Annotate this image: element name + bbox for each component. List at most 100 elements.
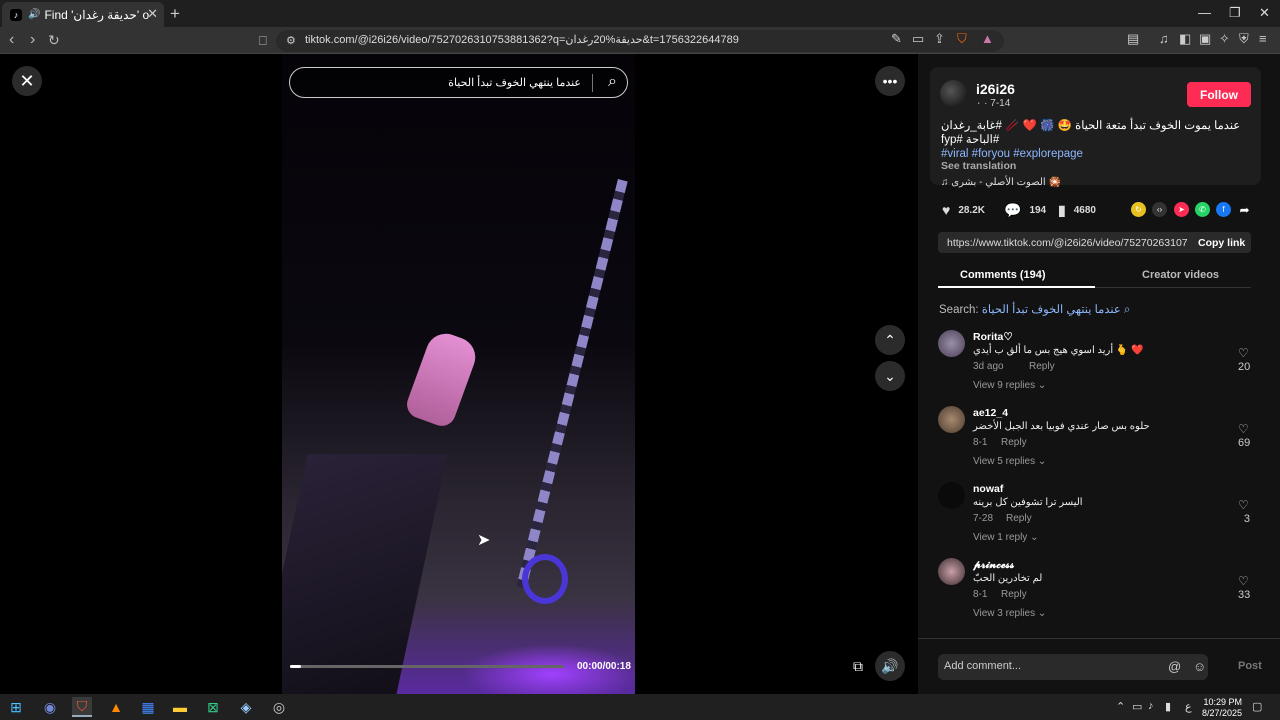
comment-stat[interactable]: 💬 194 (1004, 202, 1046, 219)
reload-icon[interactable]: ↻ (48, 32, 60, 49)
app-circle-icon[interactable]: ◎ (269, 697, 289, 717)
embed-icon[interactable]: ‹› (1152, 202, 1167, 217)
menu-icon[interactable]: ≡ (1259, 31, 1267, 46)
repost-icon[interactable]: ↻ (1131, 202, 1146, 217)
commenter-avatar[interactable] (938, 482, 965, 509)
restore-icon[interactable]: ❐ (1229, 5, 1241, 21)
speaker-icon[interactable]: ♪ (1148, 700, 1154, 712)
comment-like-count: 69 (1238, 437, 1251, 449)
leo-ai-icon[interactable]: ✧ (1219, 31, 1230, 47)
view-replies-button[interactable]: View 5 replies ⌄ (973, 456, 1046, 467)
notifications-icon[interactable]: ▢ (1252, 700, 1262, 713)
whatsapp-icon[interactable]: ✆ (1195, 202, 1210, 217)
discord-icon[interactable]: ◉ (40, 697, 60, 717)
heart-outline-icon[interactable]: ♡ (1238, 498, 1249, 512)
view-replies-button[interactable]: View 3 replies ⌄ (973, 608, 1046, 619)
music-info[interactable]: ♫ الصوت الأصلي - بشرى 🎇 (941, 177, 1061, 188)
brave-shield-icon[interactable]: ⛉ (957, 31, 967, 47)
app-store-icon[interactable]: ▦ (138, 697, 158, 717)
url-text[interactable]: tiktok.com/@i26i26/video/752702631075388… (305, 33, 739, 46)
commenter-name[interactable]: Rorita♡ (973, 331, 1013, 343)
mention-icon[interactable]: @ (1168, 659, 1181, 674)
facebook-icon[interactable]: f (1216, 202, 1231, 217)
app-a-icon[interactable]: ▲ (106, 697, 126, 717)
heart-outline-icon[interactable]: ♡ (1238, 422, 1249, 436)
video-progress-bar[interactable] (290, 665, 564, 668)
reply-button[interactable]: Reply (1029, 361, 1055, 372)
heart-outline-icon[interactable]: ♡ (1238, 346, 1249, 360)
media-icon[interactable]: ♫ (1159, 31, 1169, 46)
pip-button[interactable]: ⧉ (843, 651, 873, 681)
video-link-text[interactable]: https://www.tiktok.com/@i26i26/video/752… (947, 237, 1188, 249)
save-stat[interactable]: ▮ 4680 (1058, 202, 1096, 219)
commenter-name[interactable]: ae12_4 (973, 407, 1008, 419)
network-icon[interactable]: ▭ (1132, 700, 1142, 713)
reply-button[interactable]: Reply (1006, 513, 1032, 524)
author-username[interactable]: i26i26 (976, 81, 1015, 97)
file-explorer-icon[interactable]: ▬ (170, 697, 190, 717)
follow-button[interactable]: Follow (1187, 82, 1251, 107)
video-player[interactable] (282, 54, 635, 694)
tiktok-favicon-icon: ♪ (10, 8, 22, 21)
view-replies-button[interactable]: View 1 reply ⌄ (973, 532, 1038, 543)
heart-outline-icon[interactable]: ♡ (1238, 574, 1249, 588)
reply-button[interactable]: Reply (1001, 437, 1027, 448)
next-video-button[interactable]: ⌄ (875, 361, 905, 391)
author-avatar[interactable] (940, 80, 967, 107)
minimize-icon[interactable]: — (1198, 5, 1211, 20)
system-clock[interactable]: 10:29 PM 8/27/2025 (1196, 697, 1242, 719)
forward-icon[interactable]: › (30, 31, 35, 49)
reader-mode-icon[interactable]: ▤ (1127, 31, 1139, 47)
video-search-bar[interactable]: عندما ينتهي الخوف تبدأ الحياة ⌕ (289, 67, 628, 98)
copy-link-button[interactable]: Copy link (1198, 237, 1245, 249)
volume-button[interactable]: 🔊 (875, 651, 905, 681)
bookmark-icon[interactable]: ⎕ (259, 33, 267, 49)
brave-rewards-icon[interactable]: ▲ (981, 31, 994, 46)
browser-tab[interactable]: ♪ 🔊 Find 'حديقة رغدان' on TikTok | ✕ (2, 2, 164, 27)
close-window-icon[interactable]: ✕ (1259, 5, 1270, 21)
mic-icon[interactable]: ▮ (1165, 700, 1171, 713)
related-search-query: عندما ينتهي الخوف تبدأ الحياة (981, 304, 1121, 316)
post-info-card: i26i26 ٠ · 7-14 Follow عندما يموت الخوف … (930, 67, 1261, 188)
audio-playing-icon[interactable]: 🔊 (28, 9, 40, 20)
description-hashtags[interactable]: #viral #foryou #explorepage (941, 147, 1253, 161)
see-translation-link[interactable]: See translation (941, 160, 1016, 172)
vpn-icon[interactable]: ⛨ (1239, 31, 1249, 47)
steam-icon[interactable]: ◈ (236, 697, 256, 717)
commenter-avatar[interactable] (938, 558, 965, 585)
site-info-icon[interactable]: ⚙ (286, 34, 296, 47)
new-tab-button[interactable]: + (170, 4, 180, 24)
windows-taskbar: ⊞ ◉ ⛉ ▲ ▦ ▬ ⊠ ◈ ◎ ⌃ ▭ ♪ ▮ ع 10:29 PM 8/2… (0, 694, 1280, 720)
commenter-avatar[interactable] (938, 330, 965, 357)
mouse-cursor-icon: ➤ (477, 532, 491, 549)
tab-creator-videos[interactable]: Creator videos (1142, 269, 1219, 281)
view-replies-button[interactable]: View 9 replies ⌄ (973, 380, 1046, 391)
wallet-icon[interactable]: ▣ (1199, 31, 1211, 47)
post-comment-button[interactable]: Post (1238, 660, 1262, 672)
commenter-name[interactable]: nowaf (973, 483, 1003, 495)
tray-expand-icon[interactable]: ⌃ (1116, 700, 1125, 713)
share-page-icon[interactable]: ⇪ (934, 31, 945, 47)
cast-icon[interactable]: ▭ (912, 31, 924, 47)
brave-browser-icon[interactable]: ⛉ (72, 697, 92, 717)
commenter-name[interactable]: 𝓹𝓻𝓲𝓷𝓬𝓮𝓼𝓼 (973, 559, 1014, 572)
windows-start-icon[interactable]: ⊞ (6, 697, 26, 717)
tab-comments[interactable]: Comments (194) (960, 269, 1046, 281)
related-search[interactable]: Search: عندما ينتهي الخوف تبدأ الحياة ⌕ (939, 302, 1130, 317)
emoji-icon[interactable]: ☺ (1193, 659, 1206, 674)
translate-icon[interactable]: ✎ (891, 31, 902, 47)
reply-button[interactable]: Reply (1001, 589, 1027, 600)
search-icon[interactable]: ⌕ (608, 73, 617, 91)
commenter-avatar[interactable] (938, 406, 965, 433)
more-options-button[interactable]: ••• (875, 66, 905, 96)
input-language[interactable]: ع (1185, 700, 1192, 713)
like-stat[interactable]: ♥ 28.2K (942, 202, 985, 218)
share-arrow-icon[interactable]: ➦ (1237, 202, 1252, 217)
send-icon[interactable]: ➤ (1174, 202, 1189, 217)
sidebar-icon[interactable]: ◧ (1179, 31, 1191, 47)
close-video-button[interactable]: ✕ (12, 66, 42, 96)
back-icon[interactable]: ‹ (9, 31, 14, 49)
excel-icon[interactable]: ⊠ (203, 697, 223, 717)
previous-video-button[interactable]: ⌃ (875, 325, 905, 355)
close-tab-icon[interactable]: ✕ (147, 6, 158, 22)
